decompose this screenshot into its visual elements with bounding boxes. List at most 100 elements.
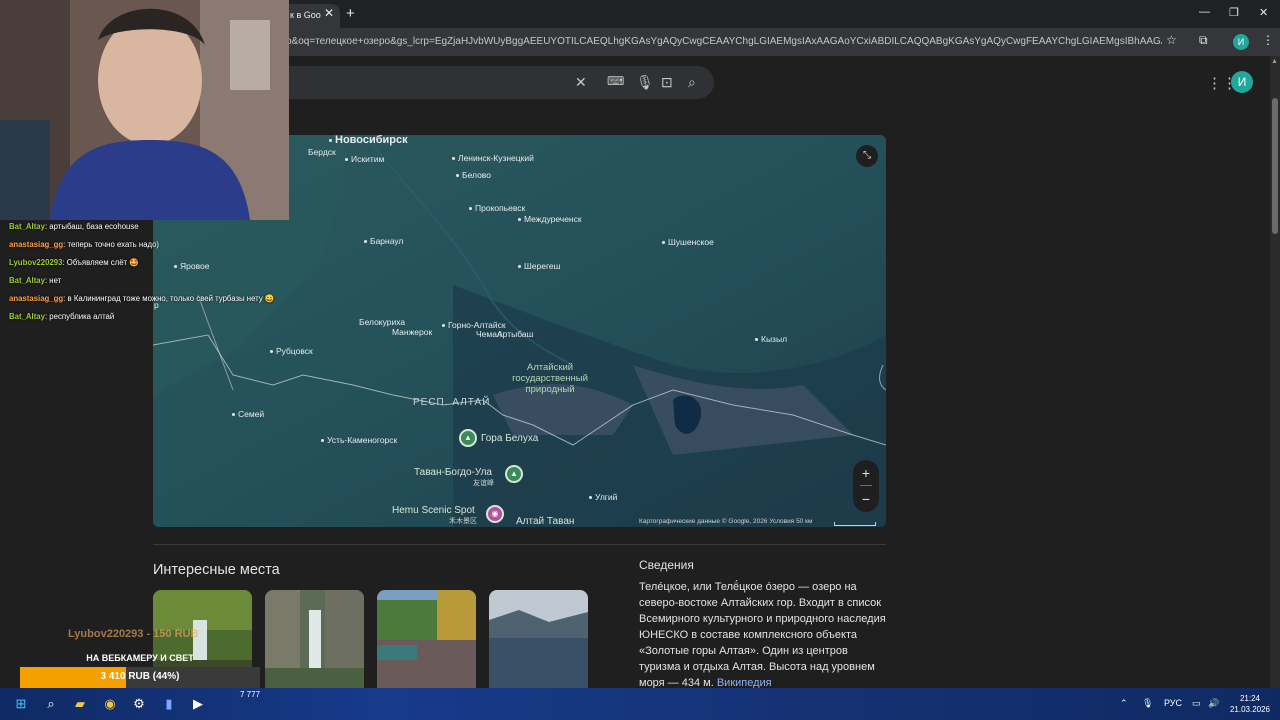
- label-hemu-cn: 禾木景区: [449, 518, 477, 525]
- place-thumbnail[interactable]: [377, 590, 476, 688]
- label-belovo: Белово: [456, 170, 491, 180]
- windows-start-icon[interactable]: ⊞: [12, 695, 30, 713]
- info-title: Сведения: [639, 558, 694, 572]
- label-kyzyl: Кызыл: [755, 334, 787, 344]
- network-icon[interactable]: ▭: [1192, 698, 1201, 709]
- file-explorer-icon[interactable]: ▰: [71, 695, 89, 713]
- place-thumbnail[interactable]: [265, 590, 364, 688]
- address-bar[interactable]: o&oq=телецкое+озеро&gs_lcrp=EgZjaHJvbWUy…: [286, 33, 1162, 51]
- scrollbar-thumb[interactable]: [1272, 98, 1278, 234]
- chat-message: Bat_Altay: артыбаш, база ecohouse: [9, 222, 289, 232]
- clear-icon[interactable]: ✕: [575, 74, 587, 91]
- lens-icon[interactable]: ⊡: [661, 74, 673, 91]
- volume-icon[interactable]: 🔊: [1208, 698, 1219, 709]
- stream-chat: Bat_Altay: артыбаш, база ecohouse anastas…: [9, 222, 289, 330]
- bookmark-star-icon[interactable]: ☆: [1166, 33, 1177, 47]
- chat-text: : нет: [44, 276, 62, 285]
- label-artybash: Артыбаш: [497, 329, 534, 339]
- label-barnaul: Барнаул: [364, 236, 403, 246]
- label-altai-reserve: Алтайский государственный природный: [512, 362, 588, 395]
- mountain-pin-icon[interactable]: ▲: [459, 429, 477, 447]
- label-leninsk: Ленинск-Кузнецкий: [452, 153, 534, 163]
- goal-amount: 3 410 RUB (44%): [100, 671, 180, 682]
- minimize-icon[interactable]: —: [1199, 6, 1210, 18]
- webcam-overlay: [0, 0, 289, 220]
- clock-time: 21:24: [1239, 694, 1261, 703]
- section-divider: [153, 544, 886, 545]
- label-rubtsovsk: Рубцовск: [270, 346, 313, 356]
- chat-username: Lyubov220293: [9, 258, 63, 267]
- tray-chevron-icon[interactable]: ⌃: [1120, 698, 1128, 709]
- label-ulgiy: Улгий: [589, 492, 617, 502]
- label-belukha[interactable]: Гора Белуха: [481, 433, 538, 444]
- rocks-photo: [377, 590, 476, 688]
- map-attribution[interactable]: Картографические данные © Google, 2026 У…: [639, 518, 812, 525]
- profile-avatar[interactable]: И: [1233, 34, 1249, 50]
- chat-username: anastasiag_gg: [9, 294, 64, 303]
- language-indicator[interactable]: РУС: [1164, 698, 1182, 708]
- label-semey: Семей: [232, 409, 264, 419]
- chat-message: anastasiag_gg: теперь точно ехать надо): [9, 240, 289, 250]
- tab-title: к в Goo: [290, 10, 321, 20]
- info-text: Теле́цкое, или Телё́цкое о́зеро — озеро …: [639, 581, 886, 689]
- label-mezhdurechensk: Междуреченск: [518, 214, 582, 224]
- menu-icon[interactable]: ⋮: [1262, 33, 1274, 47]
- audio-app-icon[interactable]: ▮: [160, 695, 178, 713]
- goal-title: НА ВЕБКАМЕРУ И СВЕТ: [86, 653, 194, 663]
- search-icon[interactable]: ⌕: [688, 74, 696, 91]
- chat-text: : Объявляем слёт 🤩: [62, 258, 139, 267]
- media-player-icon[interactable]: ▶: [189, 695, 207, 713]
- microphone-icon[interactable]: 🎙: [636, 74, 654, 91]
- account-avatar[interactable]: И: [1231, 71, 1253, 93]
- tab-close-icon[interactable]: ✕: [324, 6, 334, 20]
- label-manzherok: Манжерок: [392, 327, 433, 337]
- collapse-map-icon[interactable]: ⤡: [856, 145, 878, 167]
- clock-date: 21.03.2026: [1229, 705, 1271, 714]
- chat-username: Bat_Altay: [9, 276, 45, 285]
- chat-username: Bat_Altay: [9, 312, 45, 321]
- place-thumbnail[interactable]: [489, 590, 588, 688]
- zoom-in-button[interactable]: +: [853, 460, 879, 486]
- label-shushenskoe: Шушенское: [662, 237, 714, 247]
- microphone-tray-icon[interactable]: 🎙: [1142, 698, 1153, 709]
- chat-text: : республика алтай: [44, 312, 115, 321]
- chat-text: : теперь точно ехать надо): [63, 240, 160, 249]
- chat-message: Bat_Altay: нет: [9, 276, 289, 286]
- zoom-out-button[interactable]: −: [853, 486, 879, 512]
- chat-username: Bat_Altay: [9, 222, 45, 231]
- keyboard-icon[interactable]: ⌨: [607, 74, 624, 88]
- counter-text: 7 777: [240, 690, 261, 699]
- restore-icon[interactable]: ❐: [1229, 6, 1239, 19]
- chat-message: anastasiag_gg: в Калининград тоже можно,…: [9, 294, 289, 304]
- zoom-control: + −: [853, 460, 879, 512]
- chat-username: anastasiag_gg: [9, 240, 64, 249]
- label-tavan-bogdo[interactable]: Таван-Богдо-Ула: [414, 467, 492, 478]
- chat-message: Lyubov220293: Объявляем слёт 🤩: [9, 258, 289, 268]
- chrome-icon[interactable]: ◉: [101, 695, 119, 713]
- label-novosibirsk: Новосибирск: [329, 135, 408, 146]
- chat-message: Bat_Altay: республика алтай: [9, 312, 289, 322]
- last-donation: Lyubov220293 - 150 RUB: [68, 628, 199, 640]
- chat-text: : в Калининград тоже можно, только свей …: [63, 294, 275, 303]
- goal-progress-bar: 3 410 RUB (44%): [20, 667, 260, 688]
- label-sheregesh: Шерегеш: [518, 261, 560, 271]
- label-ust-kamenogorsk: Усть-Каменогорск: [321, 435, 397, 445]
- camera-pin-icon[interactable]: ◉: [486, 505, 504, 523]
- system-clock[interactable]: 21:24 21.03.2026: [1228, 693, 1272, 715]
- label-prokopyevsk: Прокопьевск: [469, 203, 525, 213]
- map-scale-bar: [834, 522, 876, 526]
- label-altai-republic: РЕСП. АЛТАЙ: [413, 397, 491, 408]
- extensions-icon[interactable]: ⧉: [1199, 33, 1208, 48]
- label-tavan-cn: 友谊峰: [473, 480, 494, 487]
- window-close-icon[interactable]: ✕: [1259, 6, 1268, 19]
- search-icon[interactable]: ⌕: [42, 695, 60, 713]
- lake-photo: [489, 590, 588, 688]
- new-tab-icon[interactable]: +: [346, 5, 355, 22]
- app-icon[interactable]: ⚙: [130, 695, 148, 713]
- label-altai-tavan[interactable]: Алтай Таван: [516, 516, 574, 527]
- places-title: Интересные места: [153, 562, 280, 578]
- scroll-up-icon[interactable]: ▲: [1271, 58, 1278, 65]
- mountain-pin-icon[interactable]: ▲: [505, 465, 523, 483]
- label-hemu[interactable]: Hemu Scenic Spot: [392, 505, 475, 516]
- label-belokurikha: Белокуриха: [359, 317, 406, 327]
